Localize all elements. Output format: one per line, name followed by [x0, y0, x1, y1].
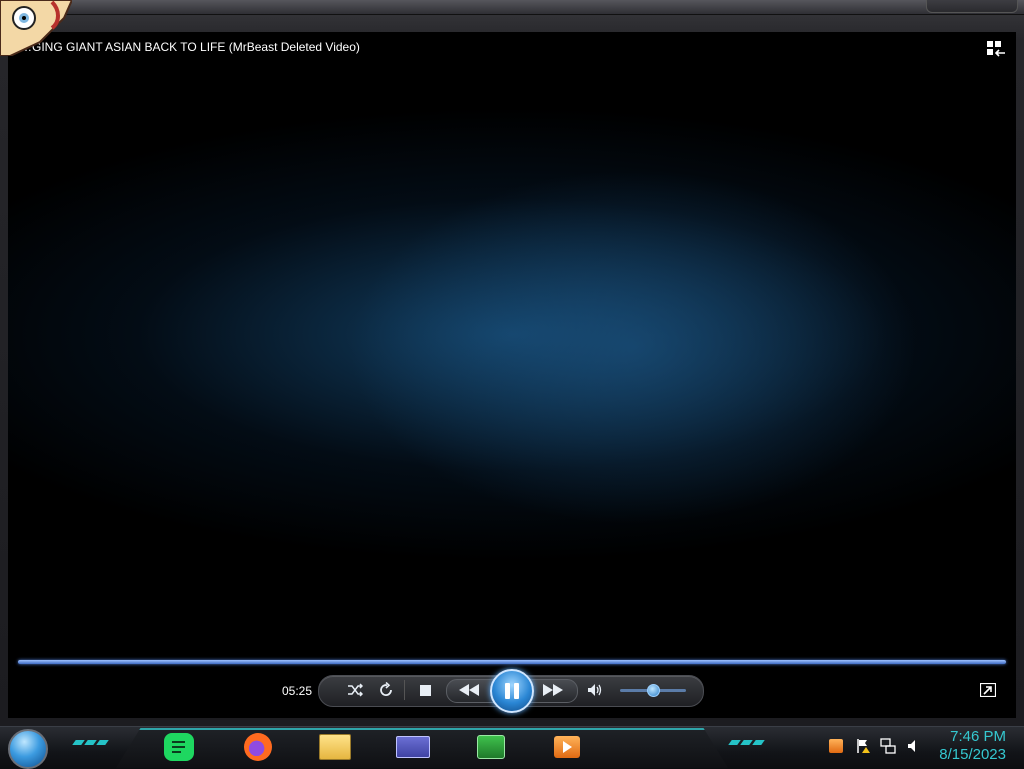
window-top-edge	[0, 0, 1024, 15]
video-frame	[8, 32, 1016, 662]
taskbar-clock[interactable]: 7:46 PM 8/15/2023	[939, 728, 1006, 764]
repeat-icon[interactable]	[377, 681, 395, 699]
volume-tray-icon[interactable]	[906, 738, 922, 754]
recycle-icon[interactable]	[474, 730, 508, 764]
volume-slider-thumb[interactable]	[647, 684, 660, 697]
control-panel-icon[interactable]	[396, 730, 430, 764]
action-center-flag-icon[interactable]	[856, 738, 872, 754]
switch-view-icon[interactable]	[986, 40, 1006, 58]
stop-icon[interactable]	[418, 681, 432, 699]
seek-bar[interactable]	[18, 660, 1006, 664]
video-area[interactable]	[8, 32, 1016, 718]
tray-app-icon[interactable]	[828, 738, 844, 754]
window-caption-area[interactable]	[926, 0, 1018, 13]
start-orb-icon[interactable]	[8, 729, 48, 769]
spotify-icon[interactable]	[162, 730, 196, 764]
taskbar-decoration	[728, 740, 765, 745]
switch-to-library-icon[interactable]	[980, 683, 996, 697]
firefox-icon[interactable]	[241, 730, 275, 764]
cartoon-avatar-icon	[0, 0, 72, 56]
clock-time: 7:46 PM	[950, 728, 1006, 745]
clock-date: 8/15/2023	[939, 746, 1006, 763]
fast-forward-icon[interactable]	[540, 681, 566, 699]
taskbar-decoration	[72, 740, 109, 745]
control-separator	[404, 680, 405, 700]
shuffle-icon[interactable]	[346, 681, 364, 699]
media-player-icon[interactable]	[550, 730, 584, 764]
elapsed-time: 05:25	[282, 684, 313, 698]
pause-icon[interactable]	[490, 669, 534, 713]
speaker-icon[interactable]	[586, 681, 604, 699]
network-icon[interactable]	[880, 738, 896, 754]
rewind-icon[interactable]	[456, 681, 482, 699]
file-explorer-icon[interactable]	[318, 730, 352, 764]
